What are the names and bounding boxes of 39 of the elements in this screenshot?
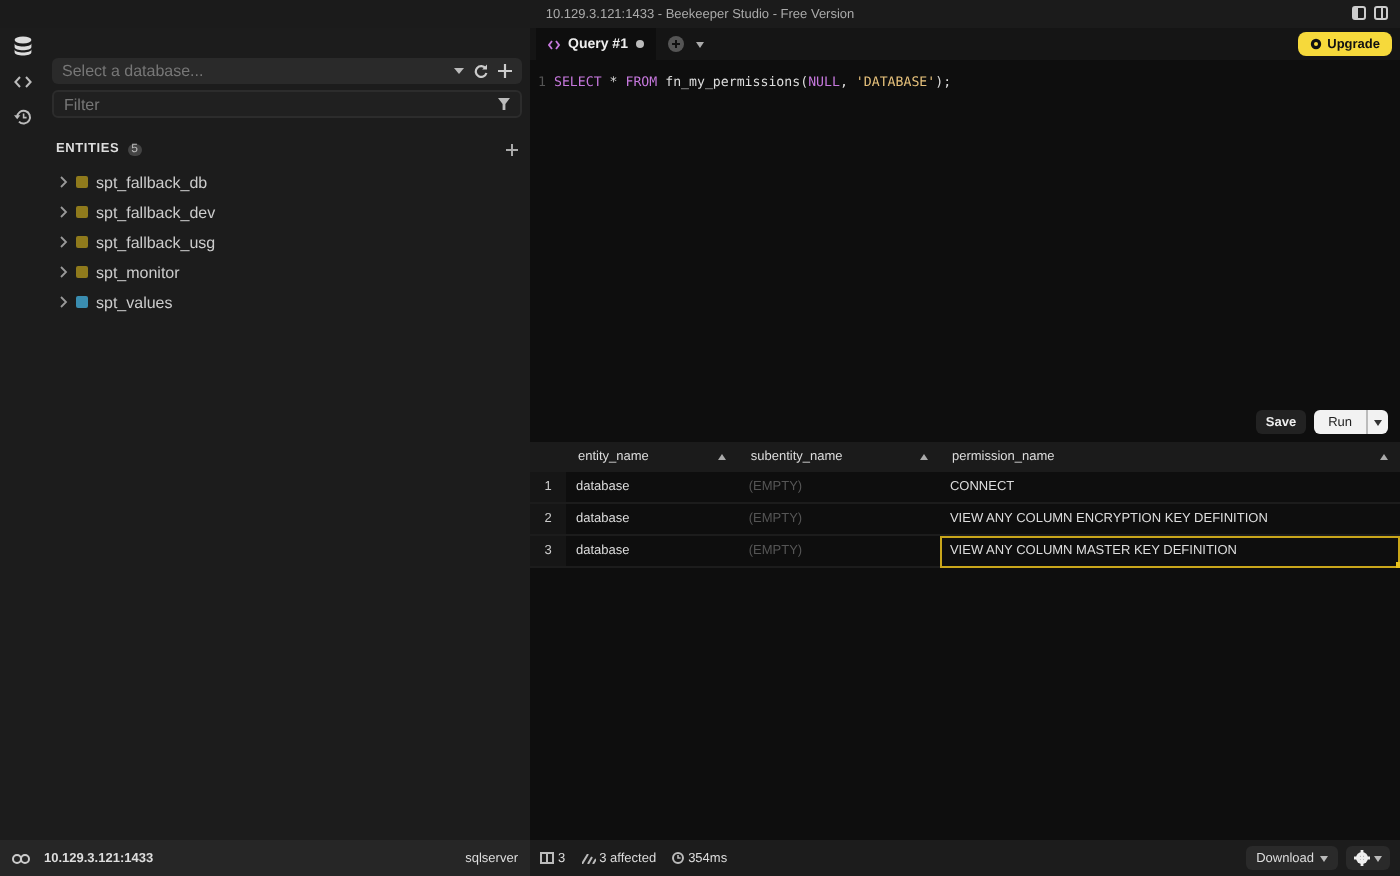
link-icon	[12, 853, 30, 863]
refresh-icon[interactable]	[474, 64, 488, 78]
caret-down-icon	[1320, 855, 1328, 861]
code-icon[interactable]	[13, 76, 31, 88]
caret-down-icon[interactable]	[695, 41, 704, 47]
entity-item[interactable]: spt_values	[96, 293, 173, 311]
panel-left-icon[interactable]	[1352, 6, 1366, 20]
table-icon	[540, 852, 554, 864]
sort-caret-icon	[718, 454, 727, 460]
chevron-right-icon	[60, 176, 68, 188]
caret-down-icon	[454, 68, 464, 74]
chevron-right-icon	[60, 236, 68, 248]
entity-item[interactable]: spt_fallback_db	[96, 173, 208, 191]
clock-icon	[672, 852, 685, 864]
panel-right-icon[interactable]	[1374, 6, 1388, 20]
chevron-right-icon	[60, 206, 68, 218]
add-tab-icon[interactable]	[667, 36, 684, 52]
affected-rows-icon	[581, 853, 596, 863]
database-icon[interactable]	[13, 36, 31, 56]
filter-icon	[498, 98, 510, 110]
database-select[interactable]: Select a database...	[52, 58, 522, 84]
settings-icon[interactable]	[1354, 850, 1370, 866]
code-icon	[548, 39, 560, 49]
plus-icon[interactable]	[506, 143, 518, 155]
filter-input[interactable]: Filter	[64, 95, 488, 113]
entity-item[interactable]: spt_fallback_dev	[96, 203, 216, 221]
plus-icon[interactable]	[498, 64, 512, 78]
caret-down-icon[interactable]	[1374, 419, 1382, 425]
database-input[interactable]: Select a database...	[62, 62, 444, 80]
ring-icon	[1309, 38, 1322, 50]
entity-item[interactable]: spt_monitor	[96, 263, 180, 281]
filter-field[interactable]: Filter	[52, 90, 522, 118]
sort-caret-icon	[919, 454, 928, 460]
history-icon[interactable]	[13, 108, 31, 126]
sort-caret-icon	[1380, 454, 1388, 460]
chevron-right-icon	[60, 296, 68, 308]
entity-item[interactable]: spt_fallback_usg	[96, 233, 216, 251]
chevron-right-icon	[60, 266, 68, 278]
caret-down-icon[interactable]	[1374, 855, 1382, 861]
